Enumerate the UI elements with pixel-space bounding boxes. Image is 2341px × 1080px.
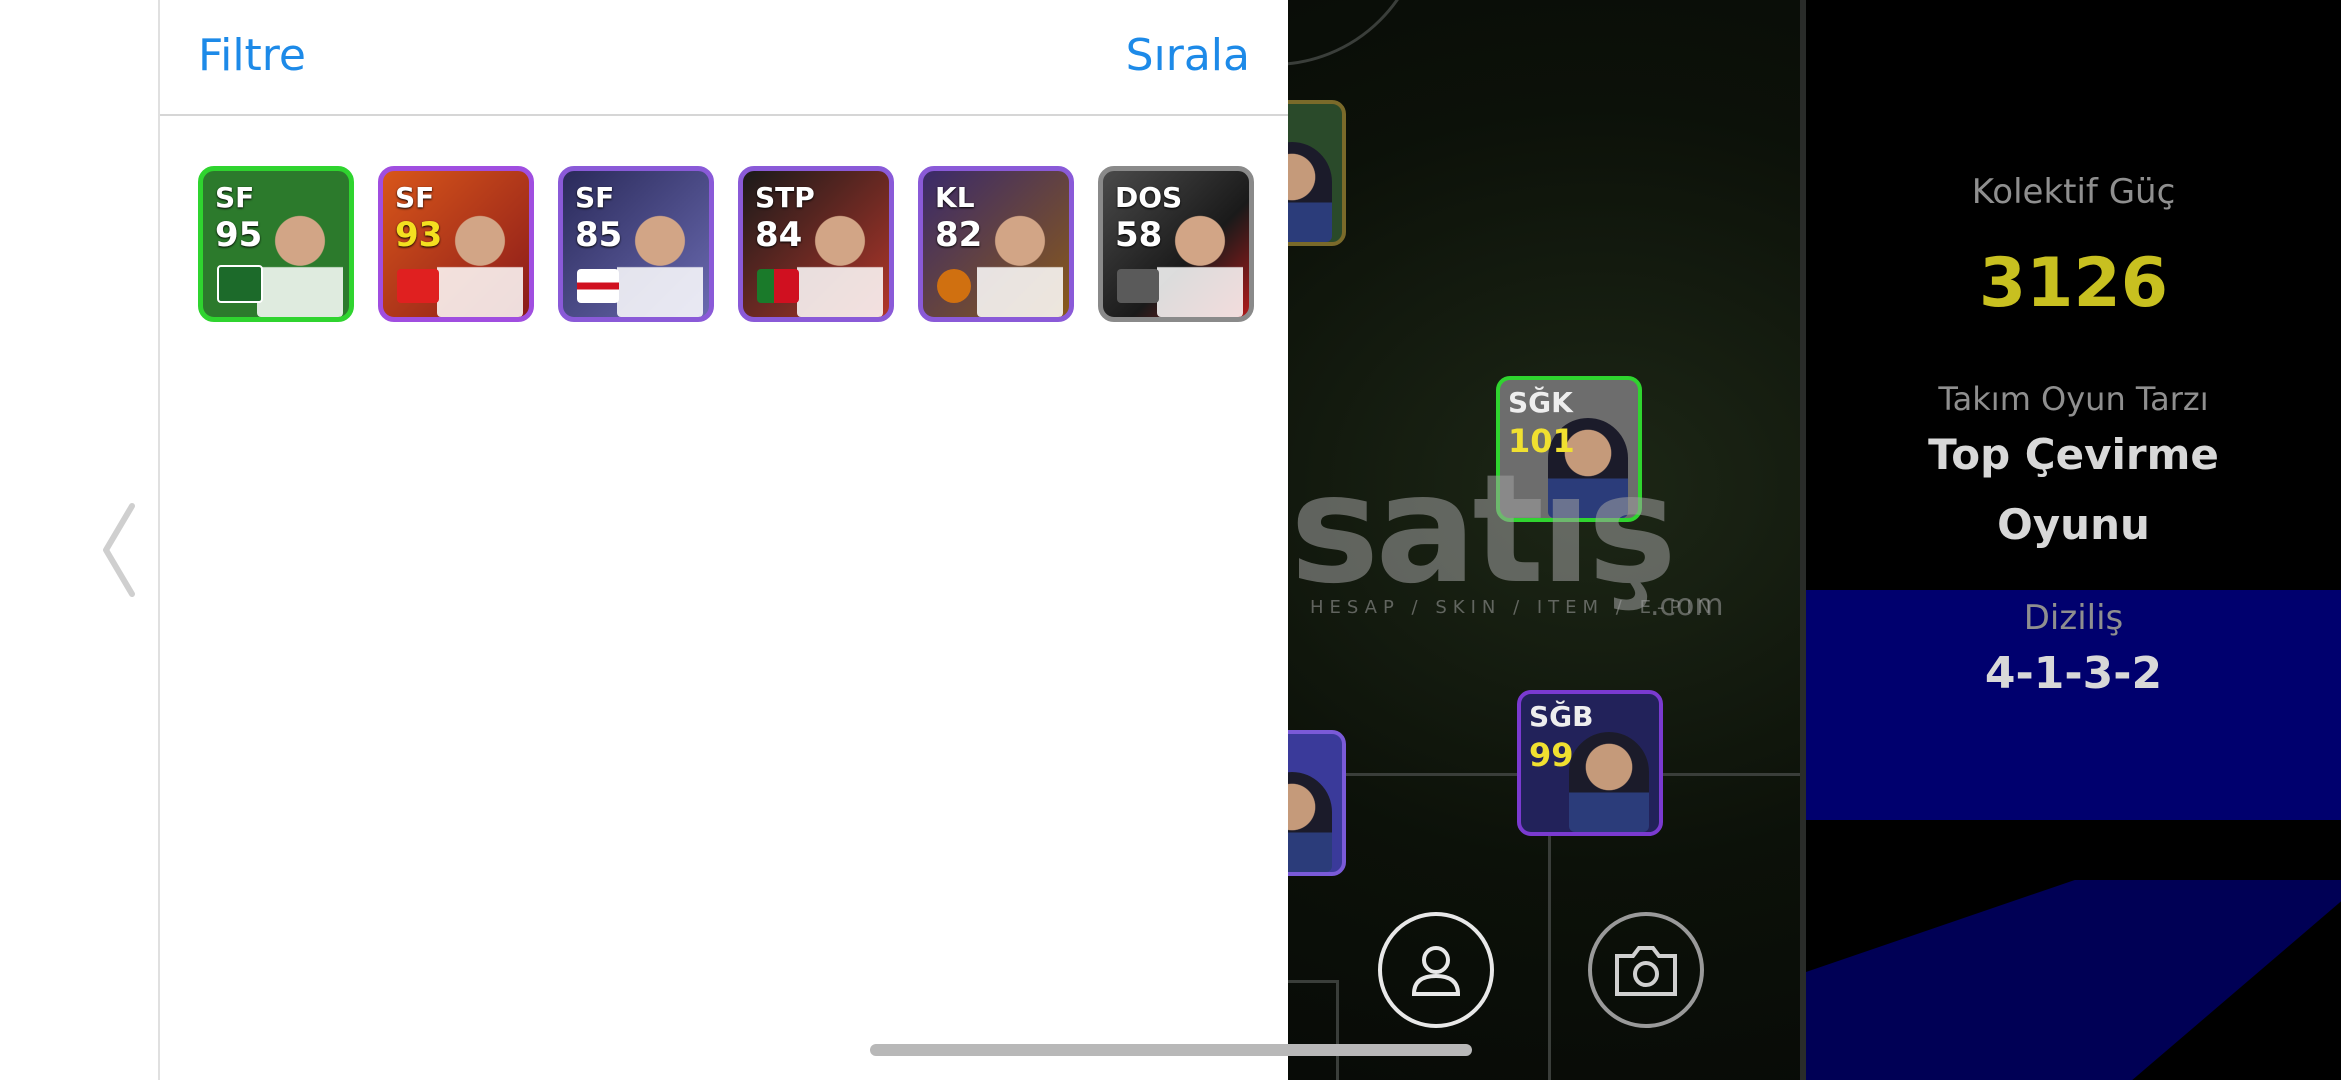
player-portrait [797,205,883,317]
pitch-line-box-side [1336,980,1339,1080]
pitch-arc-top [1280,0,1426,66]
player-position: SĞB [1529,700,1594,733]
player-card-partial-bottom[interactable] [1280,730,1346,876]
player-card[interactable]: KL 82 [918,166,1074,322]
club-badge-icon [397,269,439,303]
club-badge-icon [1117,269,1159,303]
player-portrait [257,205,343,317]
profile-button[interactable] [1378,912,1494,1028]
pitch-line-box [1280,980,1338,983]
player-rating: 82 [935,215,983,255]
player-rating: 85 [575,215,623,255]
player-card-sgb[interactable]: SĞB 99 [1517,690,1663,836]
camera-button[interactable] [1588,912,1704,1028]
player-card-partial-top[interactable] [1280,100,1346,246]
chevron-left-icon[interactable] [96,500,146,600]
player-rating: 93 [395,215,443,255]
player-rating: 84 [755,215,803,255]
player-rating: 58 [1115,215,1163,255]
collective-power-value: 3126 [1978,244,2169,323]
player-position: DOS [1115,181,1183,214]
sheet-header: Filtre Sırala [160,0,1288,116]
person-icon [1411,946,1461,996]
player-rating: 95 [215,215,263,255]
player-portrait [1569,732,1649,832]
player-portrait [437,205,523,317]
player-card[interactable]: STP 84 [738,166,894,322]
player-portrait [617,205,703,317]
player-card-list: SF 95 SF 93 SF 85 STP 84 KL 82 DOS 58 [198,166,1254,322]
club-badge-icon [217,265,263,303]
watermark-domain: .com [1650,588,1724,623]
sort-button[interactable]: Sırala [1126,30,1250,81]
player-card[interactable]: DOS 58 [1098,166,1254,322]
player-portrait [977,205,1063,317]
home-indicator[interactable] [870,1044,1472,1056]
player-position: SĞK [1508,386,1573,419]
team-style-label: Takım Oyun Tarzı [1938,380,2209,418]
player-card[interactable]: SF 85 [558,166,714,322]
player-position: SF [395,181,435,214]
player-position: SF [215,181,255,214]
watermark-logo: satış [1290,443,1677,617]
club-badge-icon [937,269,971,303]
filter-button[interactable]: Filtre [198,30,306,81]
player-position: SF [575,181,615,214]
player-selection-sheet: Filtre Sırala SF 95 SF 93 SF 85 STP 84 K… [158,0,1288,1080]
camera-icon [1615,946,1677,996]
player-card[interactable]: SF 95 [198,166,354,322]
team-style-line2: Oyunu [1997,500,2150,549]
player-rating: 99 [1529,736,1574,774]
player-position: STP [755,181,815,214]
flag-england-icon [577,269,619,303]
player-portrait [1157,205,1243,317]
formation-label: Diziliş [2023,598,2124,638]
flag-portugal-icon [757,269,799,303]
player-position: KL [935,181,975,214]
player-card[interactable]: SF 93 [378,166,534,322]
formation-value: 4-1-3-2 [1984,648,2163,699]
team-style-line1: Top Çevirme [1928,430,2219,479]
collective-power-label: Kolektif Güç [1971,172,2176,212]
